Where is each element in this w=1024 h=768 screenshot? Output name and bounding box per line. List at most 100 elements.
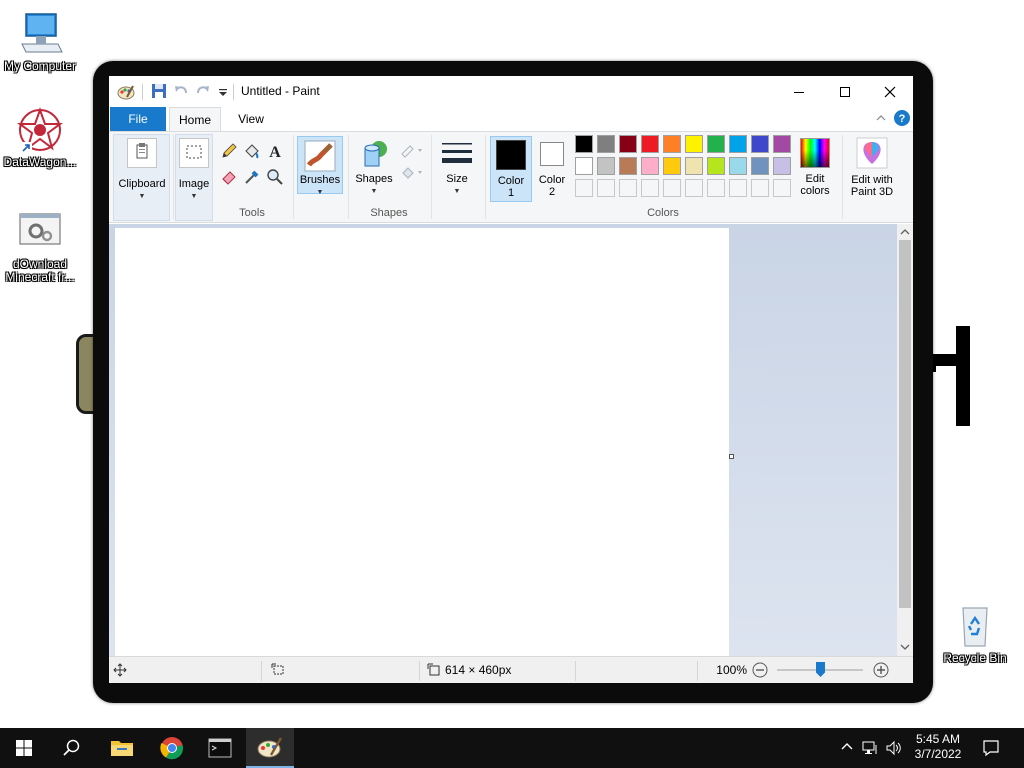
palette-color-swatch[interactable]	[773, 179, 791, 197]
palette-color-swatch[interactable]	[729, 157, 747, 175]
palette-color-swatch[interactable]	[729, 179, 747, 197]
palette-color-swatch[interactable]	[619, 179, 637, 197]
canvas-workspace	[109, 224, 897, 656]
palette-color-swatch[interactable]	[751, 135, 769, 153]
palette-color-swatch[interactable]	[685, 135, 703, 153]
ribbon: Clipboard ▼ Image ▼ A Tools Brushes ▼ Sh…	[109, 131, 913, 223]
edit-colors-label-2: colors	[800, 185, 830, 197]
collapse-ribbon-icon[interactable]	[875, 112, 887, 127]
help-icon[interactable]: ?	[893, 109, 911, 130]
canvas-size-icon	[427, 663, 440, 676]
shapes-button[interactable]: Shapes ▼	[351, 136, 397, 196]
palette-color-swatch[interactable]	[597, 179, 615, 197]
paint-app-icon[interactable]	[117, 83, 135, 101]
palette-color-swatch[interactable]	[707, 179, 725, 197]
eraser-tool[interactable]	[219, 167, 239, 187]
colors-group-label: Colors	[647, 207, 679, 219]
brushes-label: Brushes	[299, 174, 341, 186]
palette-color-swatch[interactable]	[619, 157, 637, 175]
palette-color-swatch[interactable]	[685, 157, 703, 175]
text-tool[interactable]: A	[265, 141, 285, 161]
palette-color-swatch[interactable]	[641, 179, 659, 197]
network-icon[interactable]	[862, 739, 880, 760]
group-separator	[842, 135, 843, 219]
palette-color-swatch[interactable]	[575, 179, 593, 197]
palette-color-swatch[interactable]	[641, 157, 659, 175]
palette-color-swatch[interactable]	[729, 135, 747, 153]
tab-file[interactable]: File	[110, 107, 166, 131]
size-button[interactable]: Size ▼	[435, 136, 479, 196]
palette-color-swatch[interactable]	[597, 135, 615, 153]
volume-icon[interactable]	[885, 739, 903, 760]
outline-dropdown[interactable]	[399, 140, 425, 160]
palette-color-swatch[interactable]	[663, 179, 681, 197]
close-button[interactable]	[867, 76, 913, 107]
drawing-canvas[interactable]	[115, 228, 729, 656]
fill-bucket-icon	[245, 144, 259, 159]
palette-color-swatch[interactable]	[707, 135, 725, 153]
scrollbar-thumb[interactable]	[899, 240, 911, 608]
palette-color-swatch[interactable]	[773, 135, 791, 153]
undo-icon[interactable]	[173, 83, 189, 101]
image-label: Image	[178, 178, 210, 190]
start-button[interactable]	[0, 728, 48, 768]
image-button[interactable]: Image ▼	[173, 136, 215, 200]
terminal-taskbar-button[interactable]	[196, 728, 244, 768]
maximize-button[interactable]	[822, 76, 868, 107]
customize-dropdown-icon[interactable]	[217, 83, 229, 101]
show-hidden-icons-chevron-icon[interactable]	[840, 740, 854, 757]
desktop-icon-my-computer[interactable]: My Computer	[0, 10, 80, 73]
fill-tool[interactable]	[242, 141, 262, 161]
palette-color-swatch[interactable]	[663, 157, 681, 175]
minimize-button[interactable]	[776, 76, 822, 107]
shape-fill-dropdown[interactable]	[399, 162, 425, 182]
palette-color-swatch[interactable]	[685, 179, 703, 197]
notifications-icon[interactable]	[982, 739, 1000, 760]
taskbar: 5:45 AM 3/7/2022	[0, 728, 1024, 768]
palette-color-swatch[interactable]	[751, 157, 769, 175]
color1-button[interactable]: Color 1	[490, 136, 532, 202]
edit-with-paint3d-button[interactable]: Edit with Paint 3D	[845, 136, 899, 200]
palette-color-swatch[interactable]	[773, 157, 791, 175]
scroll-up-icon[interactable]	[897, 225, 913, 239]
desktop-icon-recycle-bin[interactable]: Recycle Bin	[935, 602, 1015, 665]
chevron-down-icon: ▼	[453, 188, 461, 195]
line-size-icon	[440, 138, 474, 172]
chrome-taskbar-button[interactable]	[148, 728, 196, 768]
desktop-icon-download-minecraft[interactable]: dOwnload Minecraft fr...	[0, 208, 80, 284]
search-button[interactable]	[48, 728, 96, 768]
brushes-button[interactable]: Brushes ▼	[297, 136, 343, 196]
palette-color-swatch[interactable]	[575, 135, 593, 153]
paint-taskbar-button[interactable]	[246, 728, 294, 768]
save-icon[interactable]	[151, 83, 167, 101]
palette-color-swatch[interactable]	[575, 157, 593, 175]
zoom-out-icon[interactable]	[752, 662, 768, 678]
clipboard-label: Clipboard	[118, 178, 166, 190]
canvas-resize-handle[interactable]	[729, 454, 734, 459]
clipboard-button[interactable]: Clipboard ▼	[114, 136, 170, 200]
color1-sub-label: 1	[507, 187, 515, 199]
desktop-icon-datawagon[interactable]: DataWagon...	[0, 106, 80, 169]
palette-color-swatch[interactable]	[619, 135, 637, 153]
palette-color-swatch[interactable]	[641, 135, 659, 153]
color2-button[interactable]: Color 2	[533, 136, 571, 202]
palette-color-swatch[interactable]	[707, 157, 725, 175]
tab-home[interactable]: Home	[169, 107, 221, 132]
file-explorer-taskbar-button[interactable]	[98, 728, 146, 768]
vertical-scrollbar[interactable]	[897, 224, 913, 656]
pencil-tool[interactable]	[219, 141, 239, 161]
clock[interactable]: 5:45 AM 3/7/2022	[906, 732, 970, 762]
redo-icon[interactable]	[195, 83, 211, 101]
edit-colors-button[interactable]: Edit colors	[793, 136, 837, 200]
palette-color-swatch[interactable]	[597, 157, 615, 175]
color-picker-tool[interactable]	[242, 167, 262, 187]
zoom-slider-thumb[interactable]	[816, 662, 825, 677]
zoom-slider[interactable]	[777, 662, 863, 677]
palette-color-swatch[interactable]	[663, 135, 681, 153]
magnifier-tool[interactable]	[265, 167, 285, 187]
zoom-in-icon[interactable]	[873, 662, 889, 678]
tab-view[interactable]: View	[229, 107, 273, 131]
scroll-down-icon[interactable]	[897, 640, 913, 654]
palette-color-swatch[interactable]	[751, 179, 769, 197]
title-bar[interactable]: Untitled - Paint	[109, 76, 913, 107]
